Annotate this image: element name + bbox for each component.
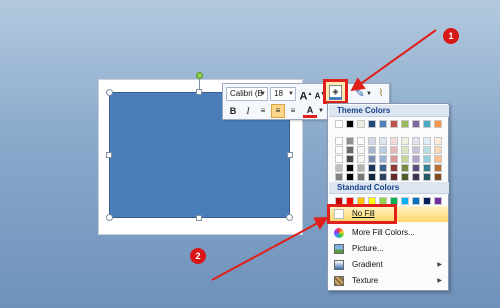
annotation-arrows <box>211 29 437 281</box>
arrow-to-no-fill <box>211 217 329 281</box>
arrow-to-fill-button <box>350 29 437 92</box>
step-badge-2: 2 <box>190 248 206 264</box>
step-badge-1: 1 <box>443 28 459 44</box>
